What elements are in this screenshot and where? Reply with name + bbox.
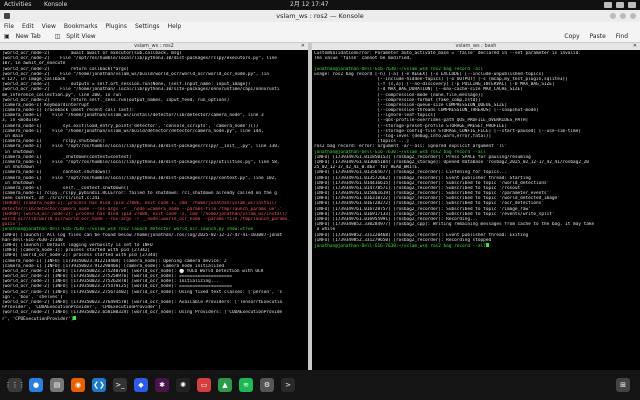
battery-icon	[628, 2, 636, 8]
app-blue-icon[interactable]: ◆	[134, 378, 148, 392]
pane-title-right: vslam_ws : bash ✕	[312, 43, 640, 50]
volume-icon	[616, 2, 624, 8]
menu-plugins[interactable]: Plugins	[101, 22, 131, 32]
dock: ⋮⋮⋮ ● ▤ ◉ ❮❯ >_ ◆ ✱ ✺ ▭ ▲ ≋ ⚙ > ⊞	[0, 370, 640, 400]
terminal-line: jonathan@jonathan-Dell-G16-7630:~/vslam_…	[314, 242, 638, 248]
firefox-icon[interactable]: ◉	[71, 378, 85, 392]
network-icon	[604, 2, 612, 8]
menu-help[interactable]: Help	[164, 22, 186, 32]
toolbar: ▣ New Tab ◫ Split View Copy Paste Find	[0, 32, 640, 43]
terminal-line: [camera_node-1] File "/opt/ros/humble/lo…	[2, 175, 277, 181]
slack-icon[interactable]: ✱	[155, 378, 169, 392]
spotify-icon[interactable]: ≋	[239, 378, 253, 392]
terminal-line: r', 'CPUExecutionProvider']	[2, 315, 306, 321]
system-tray[interactable]	[604, 0, 636, 8]
menu-view[interactable]: View	[38, 22, 60, 32]
activities-button[interactable]: Activities	[4, 0, 31, 10]
app-green-icon[interactable]: ▲	[218, 378, 232, 392]
terminal-line: [world_ocr_node-2] File "/home/jonathan/…	[2, 87, 280, 93]
terminal-line: [camera_node-1] File "/home/jonathan/vsl…	[2, 128, 264, 134]
pane-title-left: vslam_ws : ros2 ✕	[0, 43, 308, 50]
terminal-line: [world_ocr_node-2] [INFO] [1739350023.65…	[2, 310, 283, 316]
terminal-line: [camera_node-1] File "/opt/ros/humble/lo…	[2, 144, 280, 150]
close-pane-icon[interactable]: ✕	[301, 43, 305, 50]
terminal-line: [ERROR] [camera_node-1]: process has die…	[2, 201, 277, 207]
find-button[interactable]: Find	[612, 32, 632, 42]
app-grid-icon[interactable]: ⊞	[616, 378, 630, 392]
menu-settings[interactable]: Settings	[131, 22, 164, 32]
terminal-pane-right[interactable]: vslam_ws : bash ✕ CustomValidationError:…	[312, 43, 640, 370]
terminal-line: [INFO] [1739349852.330284977] [rosbag2_c…	[314, 222, 595, 228]
menu-bar: File Edit View Bookmarks Plugins Settings Help	[0, 22, 640, 32]
konsole-icon[interactable]: >	[281, 378, 295, 392]
terminal-cursor	[73, 315, 77, 320]
menu-file[interactable]: File	[0, 22, 18, 32]
window-title: vslam_ws : ros2 — Konsole	[276, 12, 364, 20]
show-apps-icon[interactable]: ⋮⋮⋮	[5, 378, 26, 392]
openai-icon[interactable]: ✺	[176, 378, 190, 392]
menu-bookmarks[interactable]: Bookmarks	[60, 22, 102, 32]
settings-icon[interactable]: ⚙	[260, 378, 274, 392]
terminal-line: [camera_node-1] File "/opt/ros/humble/lo…	[2, 159, 280, 165]
clock[interactable]: 2月 12 17:47	[290, 0, 329, 10]
minimize-button[interactable]	[610, 13, 616, 19]
split-view-button[interactable]: ◫ Split View	[51, 32, 104, 42]
chrome-icon[interactable]: ●	[29, 378, 43, 392]
close-pane-icon[interactable]: ✕	[633, 43, 637, 50]
copy-button[interactable]: Copy	[560, 32, 583, 42]
terminal-line: [camera_node-1] File "/home/jonathan/vsl…	[2, 113, 264, 119]
close-button[interactable]	[630, 13, 636, 19]
top-panel: Activities Konsole 2月 12 17:47	[0, 0, 640, 10]
terminal-output-right[interactable]: CustomValidationError: Parameter auto_ac…	[312, 50, 640, 249]
new-tab-button[interactable]: ▣ New Tab	[0, 32, 49, 42]
app-menu[interactable]: Konsole	[44, 0, 67, 10]
terminal-icon[interactable]: >_	[113, 378, 127, 392]
terminal-line: world_ocr/lib/world_ocr/world_ocr_node -…	[2, 217, 291, 222]
window-titlebar[interactable]: vslam_ws : ros2 — Konsole	[0, 10, 640, 22]
files-icon[interactable]: ▤	[50, 378, 64, 392]
menu-edit[interactable]: Edit	[18, 22, 38, 32]
terminal-output-left[interactable]: [world_ocr_node-2] await await or execut…	[0, 50, 308, 322]
konsole-window-icon	[4, 13, 10, 19]
document-icon[interactable]: ▭	[197, 378, 211, 392]
paste-button[interactable]: Paste	[586, 32, 610, 42]
maximize-button[interactable]	[620, 13, 626, 19]
vscode-icon[interactable]: ❮❯	[92, 378, 106, 392]
terminal-pane-left[interactable]: vslam_ws : ros2 ✕ [world_ocr_node-2] awa…	[0, 43, 308, 370]
terminal-cursor	[485, 242, 489, 248]
terminal-line: [INFO] [launch]: All log files can be fo…	[2, 232, 283, 238]
